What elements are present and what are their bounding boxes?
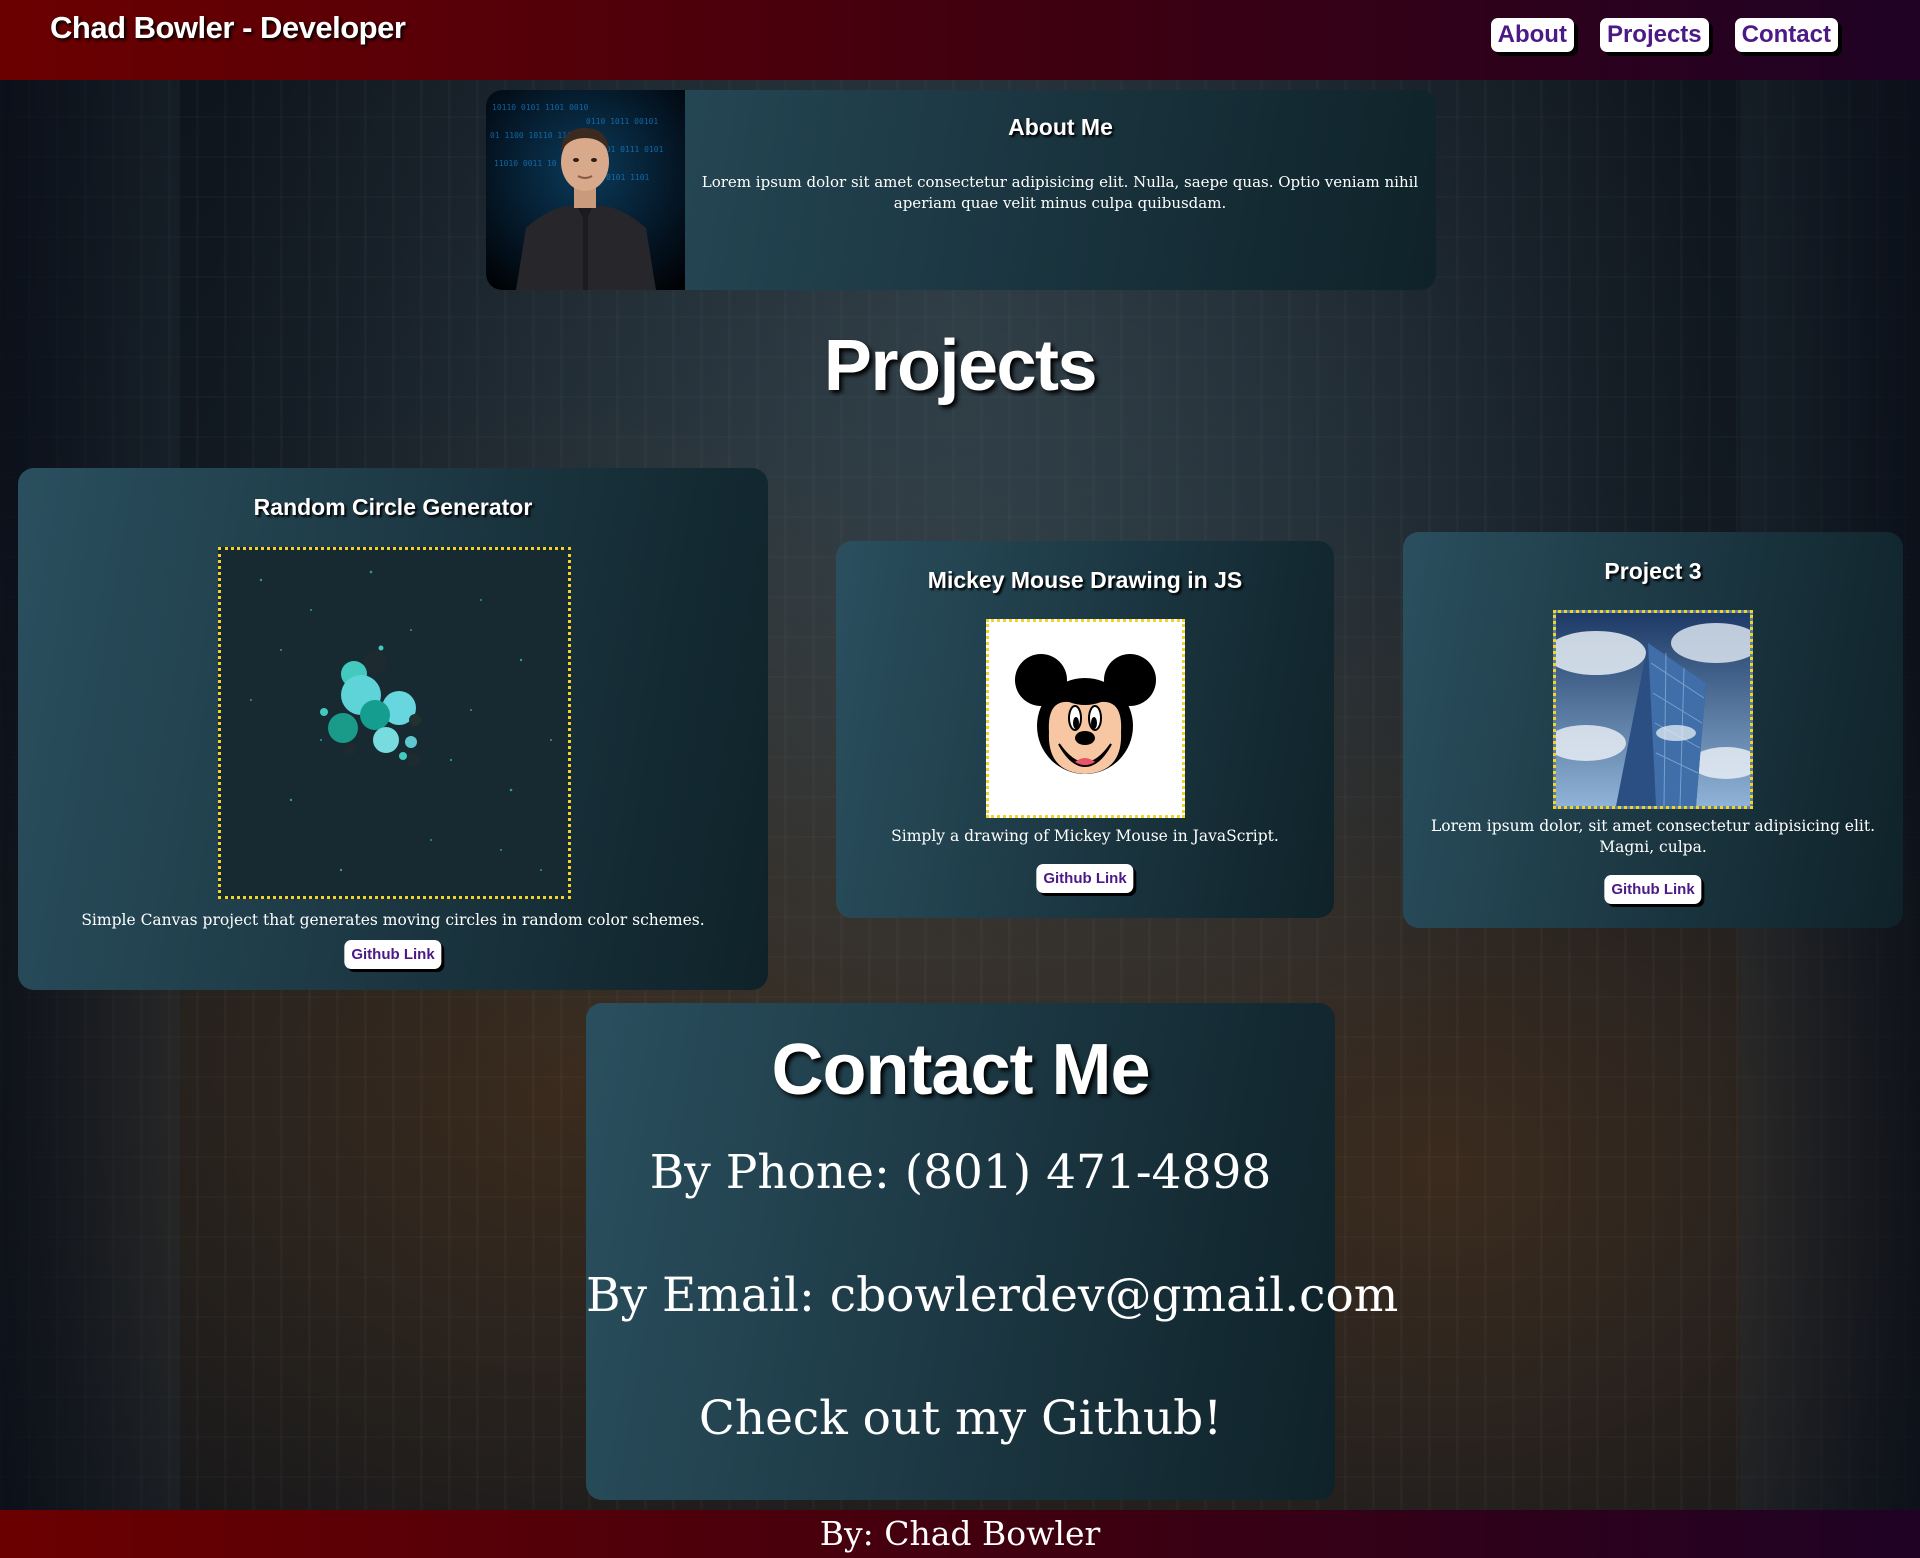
- project-card-project-3: Project 3 Lorem ipsum dolor, sit amet co…: [1403, 532, 1903, 928]
- svg-text:10110 0101 1101 0010: 10110 0101 1101 0010: [492, 103, 589, 112]
- svg-text:11010 0011 10: 11010 0011 10: [494, 159, 557, 168]
- circle-generator-thumbnail: [218, 547, 571, 899]
- project-title: Project 3: [1604, 558, 1702, 584]
- contact-phone: By Phone: (801) 471-4898: [649, 1145, 1272, 1200]
- github-link-button[interactable]: Github Link: [1036, 864, 1134, 893]
- contact-card: Contact Me By Phone: (801) 471-4898 By E…: [586, 1003, 1398, 1500]
- about-card: 10110 0101 1101 0010 0110 1011 00101 01 …: [486, 90, 1436, 290]
- project-title: Random Circle Generator: [253, 494, 533, 520]
- about-text: Lorem ipsum dolor sit amet consectetur a…: [701, 173, 1419, 212]
- footer-credit: By: Chad Bowler: [819, 1514, 1101, 1553]
- project-description: Lorem ipsum dolor, sit amet consectetur …: [1430, 817, 1876, 856]
- nav-projects-link[interactable]: Projects: [1599, 18, 1709, 52]
- contact-github-link[interactable]: Check out my Github!: [586, 1391, 1335, 1446]
- github-link-button[interactable]: Github Link: [344, 940, 442, 969]
- site-footer: By: Chad Bowler: [0, 1510, 1920, 1558]
- project-card-random-circle: Random Circle Generator Simple Canvas pr…: [18, 468, 768, 990]
- about-title: About Me: [1008, 114, 1113, 140]
- developer-avatar: 10110 0101 1101 0010 0110 1011 00101 01 …: [486, 90, 685, 290]
- svg-text:01 1100 10110 110: 01 1100 10110 110: [490, 131, 572, 140]
- mickey-mouse-thumbnail: [986, 619, 1185, 818]
- contact-title: Contact Me: [771, 1030, 1150, 1110]
- contact-email[interactable]: By Email: cbowlerdev@gmail.com: [586, 1268, 1398, 1323]
- project-description: Simple Canvas project that generates mov…: [81, 911, 705, 929]
- building-thumbnail: [1553, 610, 1753, 809]
- projects-heading: Projects: [823, 326, 1098, 406]
- main-nav: About Projects Contact: [1490, 18, 1838, 52]
- svg-text:0101 1101: 0101 1101: [606, 173, 650, 182]
- site-header: Chad Bowler - Developer About Projects C…: [0, 0, 1920, 80]
- project-description: Simply a drawing of Mickey Mouse in Java…: [891, 827, 1279, 845]
- project-title: Mickey Mouse Drawing in JS: [927, 567, 1243, 593]
- nav-about-link[interactable]: About: [1490, 18, 1574, 52]
- site-title: Chad Bowler - Developer: [50, 10, 406, 45]
- nav-contact-link[interactable]: Contact: [1734, 18, 1838, 52]
- github-link-button[interactable]: Github Link: [1604, 875, 1702, 904]
- project-card-mickey-mouse: Mickey Mouse Drawing in JS Simply a draw…: [836, 541, 1334, 918]
- svg-text:0110 1011 00101: 0110 1011 00101: [586, 117, 658, 126]
